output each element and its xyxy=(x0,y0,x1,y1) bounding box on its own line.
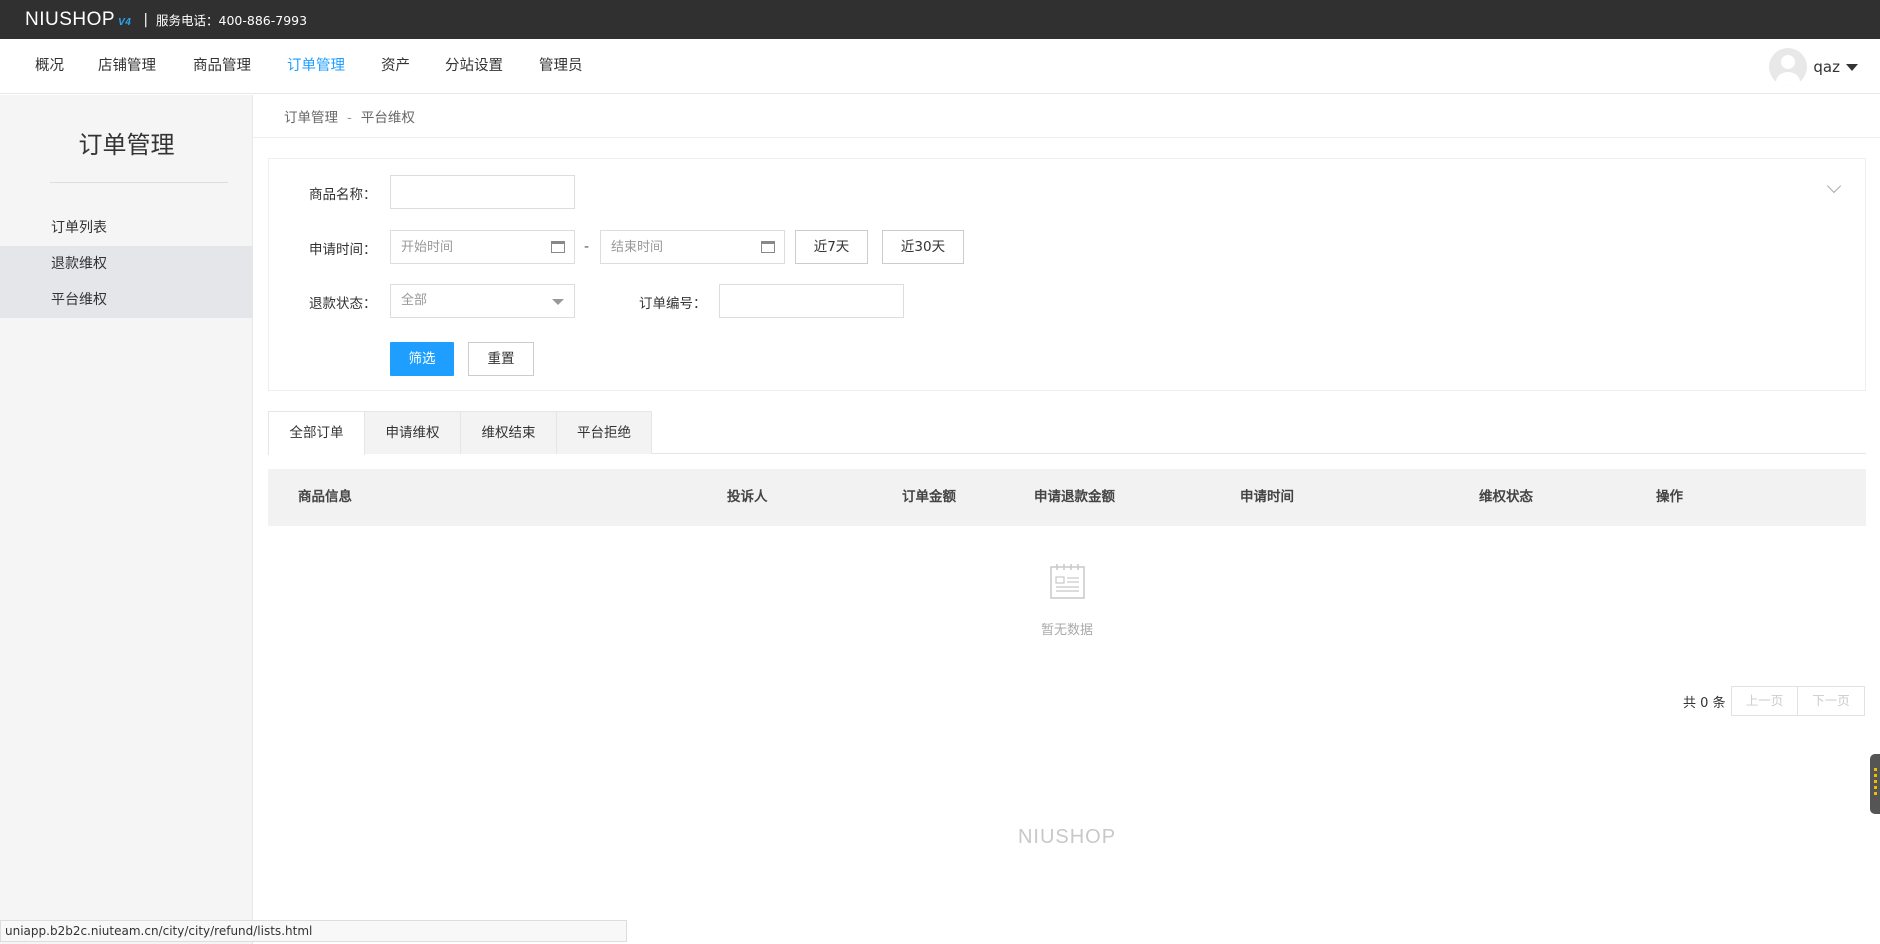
apply-time-label: 申请时间： xyxy=(309,242,377,258)
order-number-label: 订单编号： xyxy=(639,296,707,312)
nav-item-admin[interactable]: 管理员 xyxy=(539,39,583,94)
end-time-field[interactable] xyxy=(600,230,785,264)
tab-rights-ended[interactable]: 维权结束 xyxy=(460,411,557,454)
empty-state-text: 暂无数据 xyxy=(1040,623,1093,638)
nav-item-assets[interactable]: 资产 xyxy=(381,39,410,94)
breadcrumb-parent[interactable]: 订单管理 xyxy=(284,110,338,126)
brand-logo-text: NIUSHOP xyxy=(25,8,116,30)
column-order-amount: 订单金额 xyxy=(902,489,956,505)
prev-page-button[interactable]: 上一页 xyxy=(1731,686,1798,716)
breadcrumb-current: 平台维权 xyxy=(360,110,415,126)
last-7-days-button[interactable]: 近7天 xyxy=(795,230,868,264)
nav-item-products[interactable]: 商品管理 xyxy=(193,39,251,94)
start-time-input[interactable] xyxy=(401,231,574,263)
brand-logo[interactable]: NIUSHOP V4 xyxy=(25,9,131,31)
sidebar: 订单管理 订单列表 退款维权 平台维权 xyxy=(0,95,253,944)
username: qaz xyxy=(1813,58,1840,76)
sidebar-title: 订单管理 xyxy=(78,131,175,159)
filter-panel: 商品名称： 申请时间： - 近7天 近30天 退款状态： 全部 订单编号： 筛选… xyxy=(268,158,1866,391)
breadcrumb: 订单管理 - 平台维权 xyxy=(284,106,415,126)
status-tabs: 全部订单 申请维权 维权结束 平台拒绝 xyxy=(268,411,1866,455)
reset-button[interactable]: 重置 xyxy=(468,342,534,376)
order-number-input[interactable] xyxy=(730,285,903,317)
product-name-input[interactable] xyxy=(401,176,574,208)
last-30-days-button[interactable]: 近30天 xyxy=(882,230,964,264)
calendar-icon xyxy=(551,241,565,253)
sidebar-divider xyxy=(50,182,228,183)
nav-item-overview[interactable]: 概况 xyxy=(35,39,64,94)
start-time-field[interactable] xyxy=(390,230,575,264)
refund-status-value: 全部 xyxy=(401,293,428,308)
product-name-field[interactable] xyxy=(390,175,575,209)
table-header: 商品信息 投诉人 订单金额 申请退款金额 申请时间 维权状态 操作 xyxy=(268,469,1866,526)
range-dash: - xyxy=(584,239,590,255)
next-page-button[interactable]: 下一页 xyxy=(1797,686,1865,716)
breadcrumb-divider xyxy=(253,137,1880,138)
top-bar: NIUSHOP V4 | 服务电话：400-886-7993 xyxy=(0,0,1880,39)
refund-status-label: 退款状态： xyxy=(309,296,377,312)
order-number-field[interactable] xyxy=(719,284,904,318)
product-name-label: 商品名称： xyxy=(309,187,377,203)
status-bar-url: uniapp.b2b2c.niuteam.cn/city/city/refund… xyxy=(0,920,627,942)
topbar-separator: | xyxy=(143,11,149,28)
dropdown-arrow-icon xyxy=(552,299,564,305)
filter-button[interactable]: 筛选 xyxy=(390,342,454,376)
sidebar-item-order-list[interactable]: 订单列表 xyxy=(0,210,253,246)
tab-platform-rejected[interactable]: 平台拒绝 xyxy=(556,411,652,454)
floating-widget-icon[interactable] xyxy=(1870,754,1880,814)
pagination-total: 共 0 条 xyxy=(1683,696,1726,711)
user-menu[interactable]: qaz xyxy=(1769,48,1858,86)
collapse-chevron-icon[interactable] xyxy=(1826,178,1842,194)
chevron-down-icon xyxy=(1846,63,1858,71)
sidebar-item-refund-rights[interactable]: 退款维权 xyxy=(0,246,253,282)
tab-apply-rights[interactable]: 申请维权 xyxy=(364,411,461,454)
column-rights-status: 维权状态 xyxy=(1479,489,1533,505)
sidebar-item-platform-rights[interactable]: 平台维权 xyxy=(0,282,253,318)
service-hotline: 服务电话：400-886-7993 xyxy=(156,13,308,28)
avatar xyxy=(1769,48,1808,86)
column-refund-amount: 申请退款金额 xyxy=(1034,489,1115,505)
brand-version: V4 xyxy=(118,16,132,28)
column-apply-time: 申请时间 xyxy=(1240,489,1294,505)
footer-logo: NIUSHOP xyxy=(1017,826,1117,848)
column-product-info: 商品信息 xyxy=(298,489,352,505)
main-nav: 概况 店铺管理 商品管理 订单管理 资产 分站设置 管理员 qaz xyxy=(0,39,1880,94)
column-complainant: 投诉人 xyxy=(727,489,768,505)
end-time-input[interactable] xyxy=(611,231,784,263)
nav-item-orders[interactable]: 订单管理 xyxy=(287,39,345,94)
nav-item-store[interactable]: 店铺管理 xyxy=(98,39,156,94)
nav-item-substation[interactable]: 分站设置 xyxy=(445,39,503,94)
refund-status-select[interactable]: 全部 xyxy=(390,284,575,318)
empty-document-icon xyxy=(1050,564,1085,599)
breadcrumb-separator: - xyxy=(347,110,352,126)
column-actions: 操作 xyxy=(1656,489,1683,505)
calendar-icon xyxy=(761,241,775,253)
tab-all-orders[interactable]: 全部订单 xyxy=(268,411,365,455)
